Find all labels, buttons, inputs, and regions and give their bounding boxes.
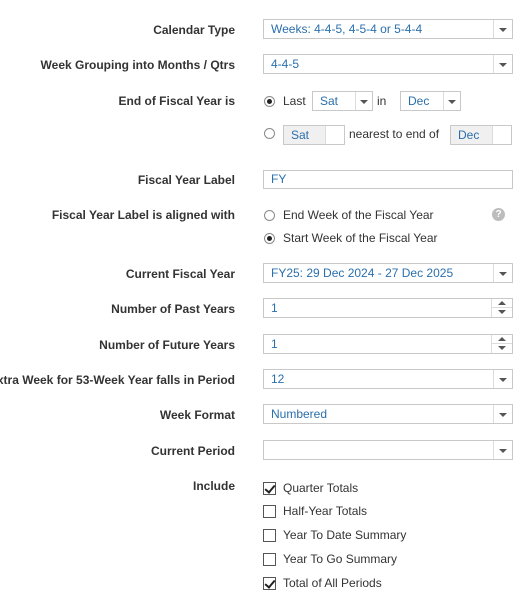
chevron-down-icon[interactable] [493,405,512,423]
extra-week-label: Extra Week for 53-Week Year falls in Per… [0,373,235,387]
dropdown-toggle[interactable] [492,126,511,144]
end-fy-nearest-month-value: Dec [458,128,480,142]
include-label: Include [192,479,235,493]
week-format-select[interactable]: Numbered [263,404,513,424]
current-fy-select[interactable]: FY25: 29 Dec 2024 - 27 Dec 2025 [263,263,513,283]
end-fy-last-day-value: Sat [320,94,339,108]
end-fy-nearest-month-select[interactable]: Dec [450,125,512,145]
end-fy-last-day-select[interactable]: Sat [312,91,373,111]
fy-aligned-label: Fiscal Year Label is aligned with [51,208,235,222]
current-fy-value: FY25: 29 Dec 2024 - 27 Dec 2025 [271,266,454,280]
current-period-label: Current Period [150,444,235,458]
increment-button[interactable] [492,299,512,308]
quarter-totals-label: Quarter Totals [283,481,359,495]
quarter-totals-checkbox[interactable] [263,482,276,495]
end-fy-nearest-radio[interactable] [264,128,275,139]
calendar-type-select[interactable]: Weeks: 4-4-5, 4-5-4 or 5-4-4 [263,19,513,39]
fy-label-label: Fiscal Year Label [137,173,235,187]
fy-aligned-end-radio[interactable] [264,210,275,221]
fy-aligned-end-label: End Week of the Fiscal Year [283,208,434,222]
calendar-type-value: Weeks: 4-4-5, 4-5-4 or 5-4-4 [271,22,423,36]
future-years-value: 1 [271,337,278,351]
help-icon[interactable]: ? [492,208,505,221]
end-fy-last-month-value: Dec [408,94,430,108]
decrement-button[interactable] [492,308,512,317]
ytg-summary-label: Year To Go Summary [283,552,398,566]
total-all-periods-label: Total of All Periods [283,576,382,590]
chevron-down-icon[interactable] [355,92,372,110]
end-fy-nearest-day-select[interactable]: Sat [283,125,345,145]
total-all-periods-checkbox[interactable] [263,577,276,590]
week-grouping-select[interactable]: 4-4-5 [263,54,513,74]
chevron-down-icon[interactable] [493,20,512,38]
end-fy-in-text: in [377,94,387,108]
ytg-summary-checkbox[interactable] [263,553,276,566]
week-format-label: Week Format [159,408,235,422]
dropdown-toggle[interactable] [325,126,344,144]
calendar-type-label: Calendar Type [153,23,235,37]
fy-label-input[interactable]: FY [263,170,513,189]
spinner-icon[interactable] [491,335,512,353]
chevron-down-icon[interactable] [493,264,512,282]
current-fy-label: Current Fiscal Year [125,267,235,281]
half-year-totals-label: Half-Year Totals [283,504,368,518]
end-fy-nearest-label: nearest to end of [349,127,440,141]
decrement-button[interactable] [492,344,512,353]
end-fy-last-month-select[interactable]: Dec [400,91,461,111]
past-years-label: Number of Past Years [111,302,235,316]
week-grouping-label: Week Grouping into Months / Qtrs [40,58,235,72]
chevron-down-icon[interactable] [493,370,512,388]
extra-week-value: 12 [271,372,285,386]
ytd-summary-label: Year To Date Summary [283,528,407,542]
extra-week-select[interactable]: 12 [263,369,513,389]
chevron-down-icon[interactable] [493,441,512,459]
chevron-down-icon[interactable] [493,55,512,73]
week-format-value: Numbered [271,407,328,421]
increment-button[interactable] [492,335,512,344]
ytd-summary-checkbox[interactable] [263,529,276,542]
spinner-icon[interactable] [491,299,512,317]
end-of-fy-label: End of Fiscal Year is [118,94,236,108]
future-years-stepper[interactable]: 1 [263,334,513,354]
week-grouping-value: 4-4-5 [271,57,300,71]
past-years-value: 1 [271,301,278,315]
fy-aligned-start-label: Start Week of the Fiscal Year [283,231,438,245]
fy-aligned-start-radio[interactable] [264,233,275,244]
end-fy-last-label: Last [283,94,306,108]
chevron-down-icon[interactable] [443,92,460,110]
current-period-select[interactable] [263,440,513,460]
end-fy-last-radio[interactable] [264,96,275,107]
end-fy-nearest-day-value: Sat [291,128,310,142]
half-year-totals-checkbox[interactable] [263,505,276,518]
past-years-stepper[interactable]: 1 [263,298,513,318]
future-years-label: Number of Future Years [99,338,235,352]
